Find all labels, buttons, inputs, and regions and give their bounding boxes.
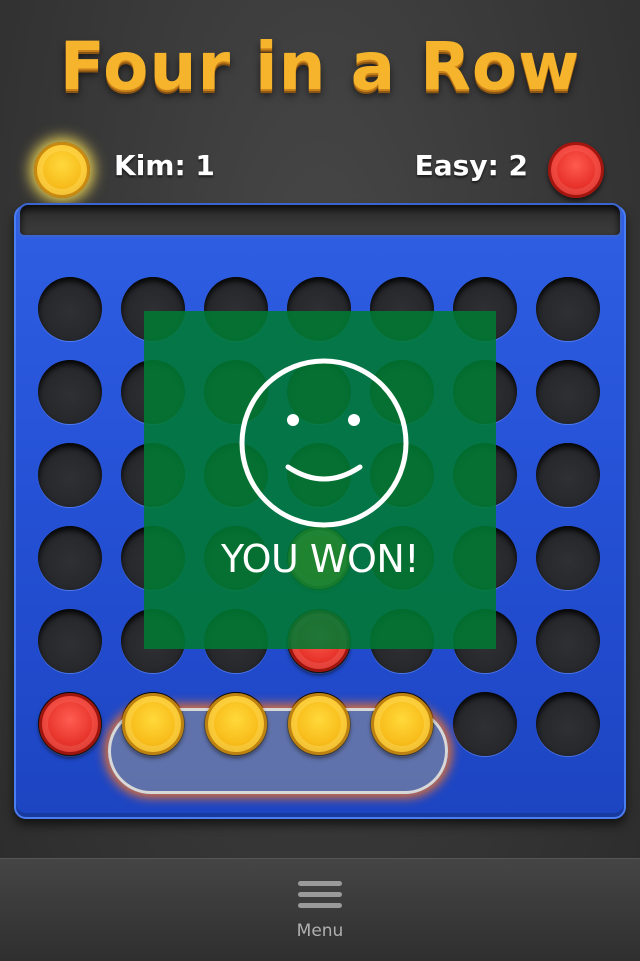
hamburger-menu-icon bbox=[298, 881, 342, 908]
drop-tray bbox=[18, 203, 622, 237]
board-slot[interactable] bbox=[38, 443, 102, 507]
yellow-piece bbox=[288, 693, 350, 755]
board-slot[interactable] bbox=[38, 277, 102, 341]
smiley-icon bbox=[239, 358, 409, 528]
result-overlay[interactable]: YOU WON! bbox=[144, 311, 496, 649]
bottom-bar: Menu bbox=[0, 858, 640, 961]
menu-label: Menu bbox=[296, 921, 344, 941]
board-slot[interactable] bbox=[38, 609, 102, 673]
board-slot[interactable] bbox=[536, 277, 600, 341]
game-title: Four in a Row bbox=[59, 28, 581, 105]
opponent-score-easy: Easy: 2 bbox=[414, 149, 528, 182]
board-slot[interactable] bbox=[38, 526, 102, 590]
red-piece bbox=[39, 693, 101, 755]
yellow-piece bbox=[371, 693, 433, 755]
board-slot[interactable] bbox=[536, 526, 600, 590]
player-yellow-chip-icon bbox=[34, 142, 90, 198]
player-score-kim: Kim: 1 bbox=[114, 149, 215, 182]
opponent-red-chip-icon bbox=[548, 142, 604, 198]
yellow-piece bbox=[122, 693, 184, 755]
yellow-piece bbox=[205, 693, 267, 755]
board-slot[interactable] bbox=[453, 692, 517, 756]
board-slot[interactable] bbox=[38, 360, 102, 424]
board-slot[interactable] bbox=[536, 692, 600, 756]
result-message: YOU WON! bbox=[220, 537, 420, 581]
board-slot[interactable] bbox=[536, 360, 600, 424]
board-slot[interactable] bbox=[536, 443, 600, 507]
board-slot[interactable] bbox=[536, 609, 600, 673]
menu-button[interactable]: Menu bbox=[280, 873, 360, 957]
